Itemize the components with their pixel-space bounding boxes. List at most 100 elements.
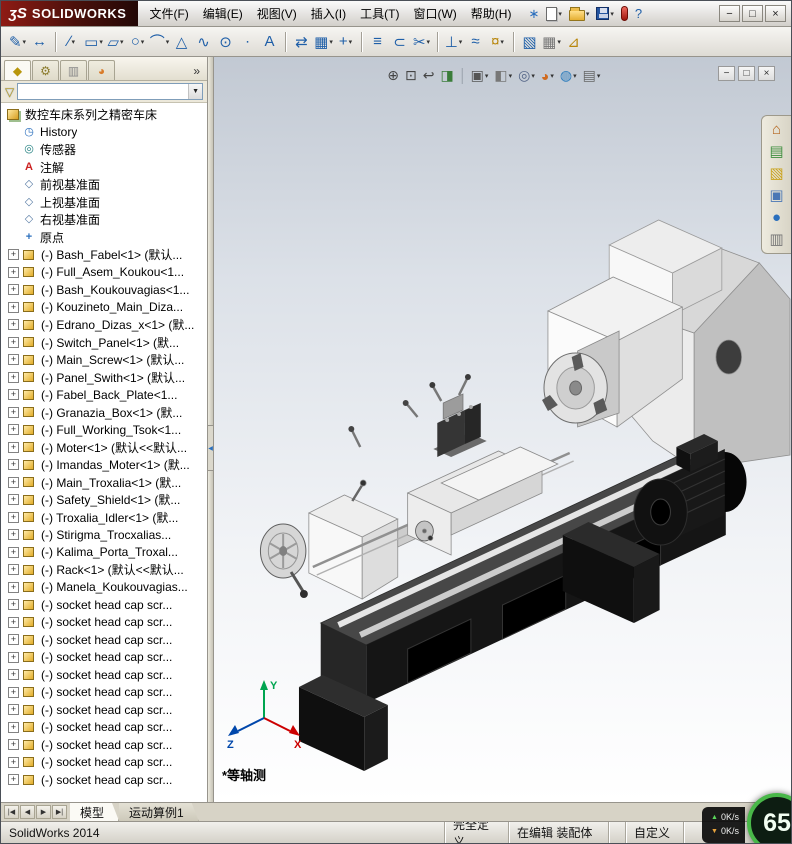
- tree-item-12[interactable]: + (-) Switch_Panel<1> (默...: [3, 334, 207, 352]
- expander-icon[interactable]: +: [8, 529, 19, 541]
- expander-icon[interactable]: +: [8, 704, 19, 716]
- maximize-button[interactable]: □: [742, 5, 763, 22]
- tree-item-9[interactable]: + (-) Bash_Koukouvagias<1...: [3, 281, 207, 299]
- tree-item-35[interactable]: + (-) socket head cap scr...: [3, 736, 207, 754]
- custom-properties-icon[interactable]: ▥: [769, 232, 783, 247]
- centerpoint-arc-icon[interactable]: ⌒ ▾: [149, 30, 170, 54]
- close-button[interactable]: ×: [765, 5, 786, 22]
- tree-item-14[interactable]: + (-) Panel_Swith<1> (默认...: [3, 369, 207, 387]
- expander-icon[interactable]: +: [8, 651, 19, 663]
- menu-insert[interactable]: 插入(I): [304, 2, 353, 26]
- expander-icon[interactable]: +: [8, 266, 19, 278]
- convert-entities-icon[interactable]: ⊂: [389, 30, 410, 54]
- tree-item-22[interactable]: + (-) Troxalia_Idler<1> (默...: [3, 509, 207, 527]
- corner-rectangle-icon[interactable]: ▭ ▾: [83, 30, 104, 54]
- expander-icon[interactable]: +: [8, 546, 19, 558]
- scroll-next-button[interactable]: ▶: [36, 805, 51, 819]
- zoom-to-area-icon[interactable]: ⊡: [403, 66, 419, 85]
- scroll-prev-button[interactable]: ◀: [20, 805, 35, 819]
- solidworks-resources-icon[interactable]: ⌂: [772, 122, 781, 137]
- scroll-last-button[interactable]: ▶|: [52, 805, 67, 819]
- tree-item-23[interactable]: + (-) Stirigma_Trocxalias...: [3, 526, 207, 544]
- tree-item-1[interactable]: ◎ 传感器: [3, 141, 207, 159]
- tree-item-16[interactable]: + (-) Granazia_Box<1> (默...: [3, 404, 207, 422]
- expander-icon[interactable]: +: [8, 564, 19, 576]
- straight-slot-icon[interactable]: ▱ ▾: [105, 30, 126, 54]
- expander-icon[interactable]: +: [8, 599, 19, 611]
- score-ball[interactable]: 65: [747, 793, 791, 843]
- tree-item-11[interactable]: + (-) Edrano_Dizas_x<1> (默...: [3, 316, 207, 334]
- scroll-first-button[interactable]: |◀: [4, 805, 19, 819]
- linear-sketch-pattern-icon[interactable]: ▦ ▾: [313, 30, 334, 54]
- menu-file[interactable]: 文件(F): [142, 2, 195, 26]
- expander-icon[interactable]: +: [8, 441, 19, 453]
- grid-system-icon[interactable]: ▦ ▾: [541, 30, 562, 54]
- tree-item-10[interactable]: + (-) Kouzineto_Main_Diza...: [3, 299, 207, 317]
- appearances-scenes-icon[interactable]: ●: [772, 210, 781, 225]
- tree-item-13[interactable]: + (-) Main_Screw<1> (默认...: [3, 351, 207, 369]
- expander-icon[interactable]: +: [8, 511, 19, 523]
- expander-icon[interactable]: +: [8, 371, 19, 383]
- expander-icon[interactable]: +: [8, 249, 19, 261]
- menu-view[interactable]: 视图(V): [250, 2, 304, 26]
- tree-item-15[interactable]: + (-) Fabel_Back_Plate<1...: [3, 386, 207, 404]
- open-document-icon[interactable]: ▾: [567, 6, 592, 22]
- tree-item-2[interactable]: A 注解: [3, 159, 207, 177]
- doc-restore-button[interactable]: □: [738, 66, 755, 81]
- tree-root[interactable]: 数控车床系列之精密车床: [3, 106, 207, 124]
- instant-2d-icon[interactable]: ⊿: [563, 30, 584, 54]
- filter-dropdown-icon[interactable]: ▼: [188, 84, 202, 99]
- expander-icon[interactable]: +: [8, 669, 19, 681]
- expander-icon[interactable]: +: [8, 389, 19, 401]
- graphics-viewport[interactable]: ⊕ ⊡ ↩ ◨ ▣ ▾ ◧ ▾ ◎ ▾ ◕ ▾ ◍ ▾ ▤ ▾ − □ × ⌂ ▤ ▧ ▣ ● ▥ Y X Z *等轴测: [214, 57, 791, 802]
- menu-tools[interactable]: 工具(T): [353, 2, 406, 26]
- minimize-button[interactable]: −: [719, 5, 740, 22]
- new-document-icon[interactable]: ▾: [544, 6, 564, 22]
- expander-icon[interactable]: +: [8, 721, 19, 733]
- expander-icon[interactable]: +: [8, 354, 19, 366]
- expander-icon[interactable]: +: [8, 634, 19, 646]
- menu-window[interactable]: 窗口(W): [406, 2, 463, 26]
- tree-item-20[interactable]: + (-) Main_Troxalia<1> (默...: [3, 474, 207, 492]
- hide-show-items-icon[interactable]: ◎ ▾: [516, 66, 537, 85]
- tree-item-4[interactable]: ◇ 上视基准面: [3, 194, 207, 212]
- expander-icon[interactable]: +: [8, 406, 19, 418]
- expander-icon[interactable]: +: [8, 494, 19, 506]
- view-palette-icon[interactable]: ▣: [769, 188, 783, 203]
- smart-dimension-icon[interactable]: ↔: [29, 30, 50, 54]
- panel-collapse-button[interactable]: ◀: [207, 425, 214, 471]
- tab-motion-study-1[interactable]: 运动算例1: [119, 803, 199, 821]
- previous-view-icon[interactable]: ↩: [421, 66, 437, 85]
- menu-edit[interactable]: 编辑(E): [196, 2, 250, 26]
- tree-item-3[interactable]: ◇ 前视基准面: [3, 176, 207, 194]
- tree-filter-input[interactable]: ▼: [17, 83, 203, 100]
- expander-icon[interactable]: +: [8, 616, 19, 628]
- help-icon[interactable]: ?: [633, 6, 644, 21]
- edit-appearance-icon[interactable]: ◕ ▾: [539, 67, 556, 85]
- tab-configurationmanager[interactable]: ▥: [60, 60, 87, 80]
- tree-item-5[interactable]: ◇ 右视基准面: [3, 211, 207, 229]
- tree-item-32[interactable]: + (-) socket head cap scr...: [3, 684, 207, 702]
- tab-displaymanager[interactable]: ◕: [88, 60, 115, 80]
- tree-item-37[interactable]: + (-) socket head cap scr...: [3, 771, 207, 789]
- expander-icon[interactable]: +: [8, 424, 19, 436]
- rapid-sketch-icon[interactable]: ▧: [519, 30, 540, 54]
- move-entities-icon[interactable]: + ▾: [335, 30, 356, 54]
- tree-item-36[interactable]: + (-) socket head cap scr...: [3, 754, 207, 772]
- custom-status[interactable]: 自定义: [625, 822, 683, 843]
- net-speed-overlay[interactable]: ▲ 0K/s ▼ 0K/s 65: [702, 793, 791, 843]
- tree-item-26[interactable]: + (-) Manela_Koukouvagias...: [3, 579, 207, 597]
- file-explorer-icon[interactable]: ▧: [769, 166, 783, 181]
- save-icon[interactable]: ▾: [594, 6, 616, 21]
- tab-featuremanager[interactable]: ◆: [4, 60, 31, 80]
- expander-icon[interactable]: +: [8, 301, 19, 313]
- tree-item-0[interactable]: ◷ History: [3, 124, 207, 142]
- expander-icon[interactable]: +: [8, 756, 19, 768]
- expander-icon[interactable]: +: [8, 739, 19, 751]
- tree-item-25[interactable]: + (-) Rack<1> (默认<<默认...: [3, 561, 207, 579]
- search-star-icon[interactable]: ∗: [526, 6, 541, 21]
- expander-icon[interactable]: +: [8, 459, 19, 471]
- tree-item-27[interactable]: + (-) socket head cap scr...: [3, 596, 207, 614]
- tree-item-18[interactable]: + (-) Moter<1> (默认<<默认...: [3, 439, 207, 457]
- apply-scene-icon[interactable]: ◍ ▾: [558, 66, 579, 85]
